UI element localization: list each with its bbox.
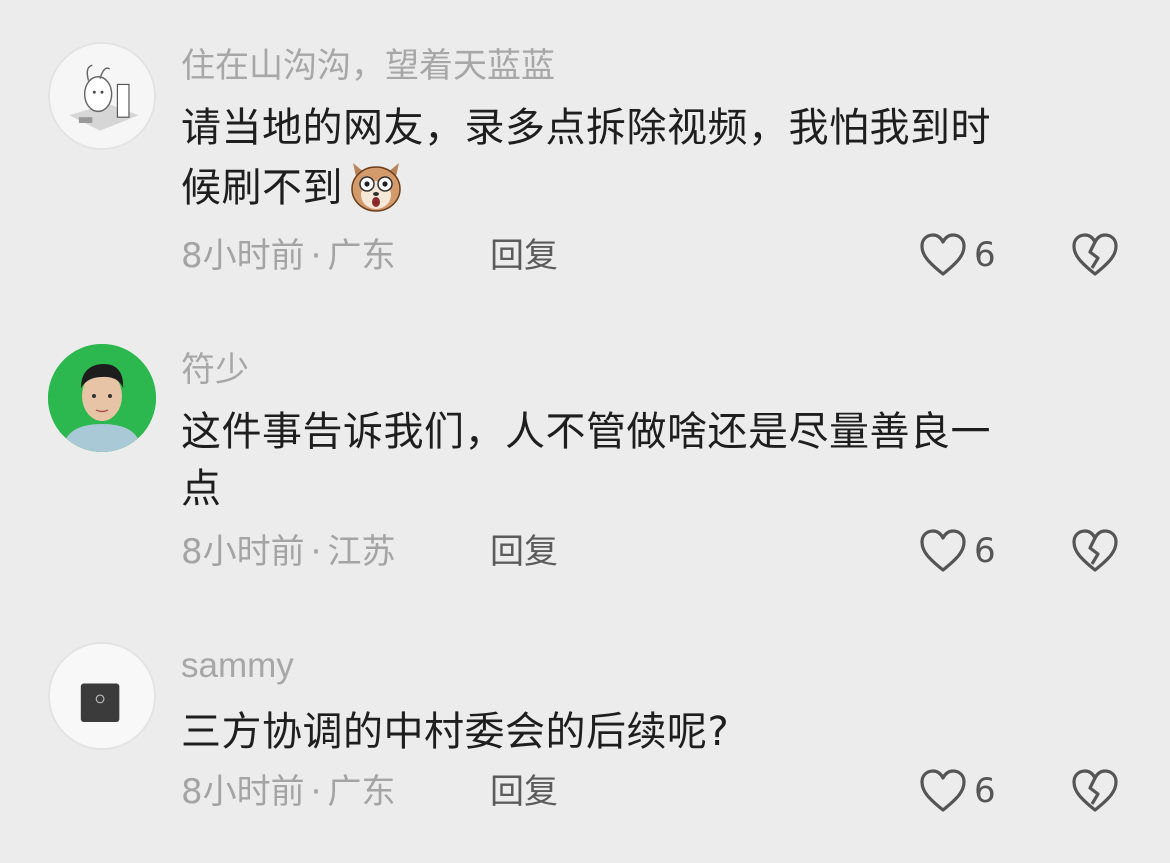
comment-text-line: 请当地的网友，录多点拆除视频，我怕我到时 (181, 105, 991, 151)
reply-button[interactable]: 回复 (490, 236, 558, 276)
separator-dot: · (310, 772, 322, 812)
comment-item: sammy 三方协调的中村委会的后续呢? 8小时前 · 广东 回复 6 (0, 600, 1170, 863)
comment-text-line: 这件事告诉我们，人不管做啥还是尽量善良一 (181, 409, 991, 455)
avatar[interactable] (48, 344, 156, 452)
dislike-button[interactable] (1070, 528, 1120, 574)
avatar[interactable] (48, 642, 156, 750)
comment-text: 三方协调的中村委会的后续呢? (181, 704, 1101, 761)
comment-text-line-2: 候刷不到 (181, 157, 1101, 217)
comment-time: 8小时前 (181, 772, 305, 812)
comment-text-line: 点 (181, 466, 222, 512)
like-count: 6 (974, 771, 996, 811)
heart-outline-icon (920, 529, 966, 572)
comment-time: 8小时前 (181, 532, 305, 572)
separator-dot: · (310, 532, 322, 572)
like-count: 6 (974, 235, 996, 275)
avatar[interactable] (48, 42, 156, 150)
comment-text-line: 三方协调的中村委会的后续呢? (181, 709, 730, 755)
comment-text-line: 候刷不到 (181, 165, 343, 211)
like-count: 6 (974, 531, 996, 571)
comment-location: 广东 (327, 236, 396, 276)
comment-meta: 8小时前 · 广东 (181, 772, 395, 812)
like-button[interactable]: 6 (918, 232, 996, 278)
dislike-button[interactable] (1070, 232, 1120, 278)
broken-heart-icon (1072, 529, 1118, 572)
like-button[interactable]: 6 (918, 768, 996, 814)
shocked-dog-emoji-icon (347, 157, 405, 213)
sketch-avatar-icon (50, 44, 154, 148)
separator-dot: · (310, 236, 322, 276)
like-button[interactable]: 6 (918, 528, 996, 574)
comment-item: 符少 这件事告诉我们，人不管做啥还是尽量善良一 点 8小时前 · 江苏 回复 6 (0, 300, 1170, 600)
comment-location: 江苏 (327, 532, 396, 572)
comment-text: 这件事告诉我们，人不管做啥还是尽量善良一 点 (181, 404, 1101, 518)
dislike-button[interactable] (1070, 768, 1120, 814)
comment-text: 请当地的网友，录多点拆除视频，我怕我到时 候刷不到 (181, 100, 1101, 217)
broken-heart-icon (1072, 769, 1118, 812)
broken-heart-icon (1072, 233, 1118, 276)
comment-username[interactable]: 住在山沟沟，望着天蓝蓝 (181, 46, 555, 86)
comment-username[interactable]: 符少 (181, 350, 249, 390)
reply-button[interactable]: 回复 (490, 772, 558, 812)
comment-time: 8小时前 (181, 236, 305, 276)
comment-meta: 8小时前 · 江苏 (181, 532, 395, 572)
comment-meta: 8小时前 · 广东 (181, 236, 395, 276)
comment-location: 广东 (327, 772, 396, 812)
heart-outline-icon (920, 769, 966, 812)
app-avatar-icon (50, 644, 154, 748)
comment-username[interactable]: sammy (181, 646, 294, 686)
reply-button[interactable]: 回复 (490, 532, 558, 572)
heart-outline-icon (920, 233, 966, 276)
comment-item: 住在山沟沟，望着天蓝蓝 请当地的网友，录多点拆除视频，我怕我到时 候刷不到 8小… (0, 0, 1170, 300)
person-photo-avatar-icon (48, 344, 156, 452)
